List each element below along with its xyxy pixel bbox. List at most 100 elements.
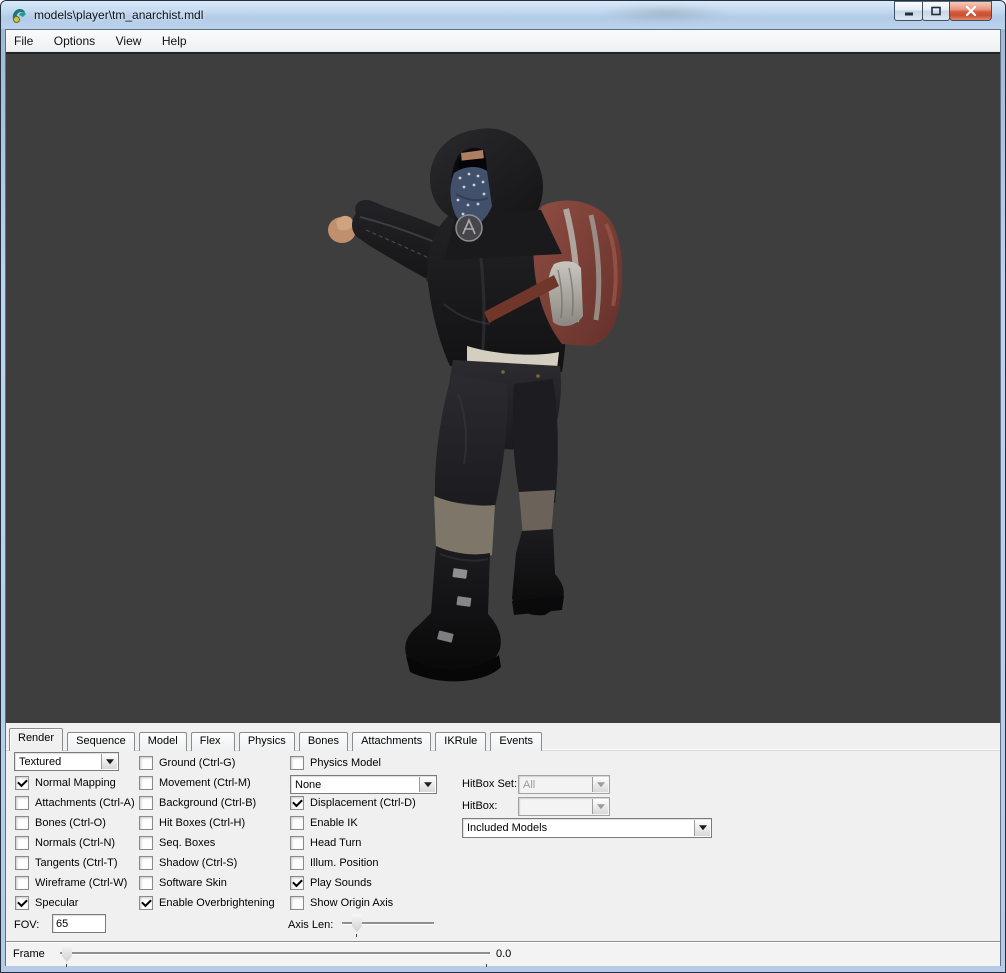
render-mode-value: Textured — [19, 756, 61, 768]
maximize-button[interactable] — [922, 1, 950, 21]
checkbox-physics-model[interactable]: Physics Model — [290, 756, 381, 770]
checkbox-normal-mapping[interactable]: Normal Mapping — [15, 776, 116, 790]
tab-events[interactable]: Events — [490, 732, 542, 751]
glass-reflection — [600, 4, 730, 22]
axis-len-slider[interactable] — [342, 913, 434, 933]
frame-slider[interactable] — [60, 943, 490, 963]
checkbox-box[interactable] — [15, 856, 29, 870]
combo-arrow-icon — [592, 799, 608, 814]
tab-ikrule[interactable]: IKRule — [435, 732, 486, 751]
close-icon — [965, 6, 977, 16]
tab-physics[interactable]: Physics — [239, 732, 295, 751]
title-bar[interactable]: models\player\tm_anarchist.mdl — [0, 0, 1006, 29]
slider-thumb[interactable] — [352, 914, 362, 932]
close-button[interactable] — [949, 1, 992, 21]
checkbox-show-origin-axis[interactable]: Show Origin Axis — [290, 896, 393, 910]
slider-track[interactable] — [60, 952, 490, 954]
menu-help[interactable]: Help — [154, 30, 195, 52]
hitbox-combo — [518, 797, 610, 816]
tab-strip: Render Sequence Model Flex Physics Bones… — [9, 728, 997, 750]
included-models-value: Included Models — [467, 822, 547, 834]
checkbox-enable-ik[interactable]: Enable IK — [290, 816, 358, 830]
render-panel: Render Sequence Model Flex Physics Bones… — [6, 723, 1000, 941]
checkbox-box[interactable] — [290, 756, 304, 770]
model-anarchist — [328, 128, 622, 681]
model-viewport[interactable] — [6, 52, 1000, 723]
checkbox-movement[interactable]: Movement (Ctrl-M) — [139, 776, 251, 790]
hitbox-set-label: HitBox Set: — [462, 778, 517, 790]
combo-arrow-icon[interactable] — [694, 820, 710, 836]
application-window: models\player\tm_anarchist.mdl File Opti… — [0, 0, 1006, 973]
checkbox-box[interactable] — [290, 876, 304, 890]
combo-arrow-icon — [592, 777, 608, 792]
checkbox-play-sounds[interactable]: Play Sounds — [290, 876, 372, 890]
checkbox-box[interactable] — [139, 836, 153, 850]
tab-render[interactable]: Render — [9, 728, 63, 751]
checkbox-box[interactable] — [290, 896, 304, 910]
slider-thumb[interactable] — [62, 944, 72, 962]
render-mode-combo[interactable]: Textured — [14, 752, 119, 771]
checkbox-enable-overbrightening[interactable]: Enable Overbrightening — [139, 896, 275, 910]
minimize-button[interactable] — [894, 1, 923, 21]
model-hood — [430, 128, 562, 260]
checkbox-illum-position[interactable]: Illum. Position — [290, 856, 378, 870]
checkbox-box[interactable] — [15, 796, 29, 810]
checkbox-box[interactable] — [15, 876, 29, 890]
combo-arrow-icon[interactable] — [419, 777, 435, 792]
checkbox-head-turn[interactable]: Head Turn — [290, 836, 361, 850]
checkbox-box[interactable] — [15, 776, 29, 790]
checkbox-seq-boxes[interactable]: Seq. Boxes — [139, 836, 215, 850]
checkbox-box[interactable] — [139, 776, 153, 790]
tab-model[interactable]: Model — [139, 732, 187, 751]
checkbox-box[interactable] — [139, 876, 153, 890]
overlay-combo[interactable]: None — [290, 775, 437, 794]
hitbox-label: HitBox: — [462, 800, 497, 812]
checkbox-box[interactable] — [290, 836, 304, 850]
checkbox-box[interactable] — [290, 856, 304, 870]
tab-attachments[interactable]: Attachments — [352, 732, 431, 751]
combo-arrow-icon[interactable] — [101, 754, 117, 769]
tab-sequence[interactable]: Sequence — [67, 732, 135, 751]
checkbox-displacement[interactable]: Displacement (Ctrl-D) — [290, 796, 416, 810]
checkbox-normals[interactable]: Normals (Ctrl-N) — [15, 836, 115, 850]
backpack-pouch — [548, 261, 583, 326]
checkbox-box[interactable] — [15, 816, 29, 830]
checkbox-software-skin[interactable]: Software Skin — [139, 876, 227, 890]
window-title: models\player\tm_anarchist.mdl — [34, 8, 203, 22]
menu-file[interactable]: File — [6, 30, 41, 52]
checkbox-ground[interactable]: Ground (Ctrl-G) — [139, 756, 235, 770]
checkbox-box[interactable] — [290, 816, 304, 830]
checkbox-box[interactable] — [139, 756, 153, 770]
menu-bar: File Options View Help — [6, 30, 1000, 52]
checkbox-shadow[interactable]: Shadow (Ctrl-S) — [139, 856, 237, 870]
checkbox-wireframe[interactable]: Wireframe (Ctrl-W) — [15, 876, 127, 890]
fov-label: FOV: — [14, 919, 39, 931]
checkbox-box[interactable] — [290, 796, 304, 810]
window-controls — [894, 1, 992, 22]
checkbox-attachments[interactable]: Attachments (Ctrl-A) — [15, 796, 135, 810]
fov-input[interactable] — [52, 914, 106, 933]
axis-len-label: Axis Len: — [288, 919, 333, 931]
slider-tick — [486, 964, 487, 967]
menu-options[interactable]: Options — [46, 30, 103, 52]
tab-flex[interactable]: Flex — [191, 732, 235, 751]
checkbox-box[interactable] — [15, 836, 29, 850]
included-models-combo[interactable]: Included Models — [462, 818, 712, 838]
checkbox-hit-boxes[interactable]: Hit Boxes (Ctrl-H) — [139, 816, 245, 830]
checkbox-box[interactable] — [139, 856, 153, 870]
checkbox-bones[interactable]: Bones (Ctrl-O) — [15, 816, 106, 830]
checkbox-box[interactable] — [139, 816, 153, 830]
checkbox-box[interactable] — [15, 896, 29, 910]
checkbox-tangents[interactable]: Tangents (Ctrl-T) — [15, 856, 118, 870]
frame-bar: Frame 0.0 — [6, 941, 1000, 966]
model-jeans — [435, 360, 561, 507]
tab-bones[interactable]: Bones — [299, 732, 348, 751]
checkbox-box[interactable] — [139, 896, 153, 910]
checkbox-specular[interactable]: Specular — [15, 896, 78, 910]
slider-tick — [66, 964, 67, 967]
model-anarchy-patch — [456, 215, 482, 241]
menu-view[interactable]: View — [108, 30, 150, 52]
frame-value: 0.0 — [496, 948, 511, 960]
checkbox-box[interactable] — [139, 796, 153, 810]
checkbox-background[interactable]: Background (Ctrl-B) — [139, 796, 256, 810]
